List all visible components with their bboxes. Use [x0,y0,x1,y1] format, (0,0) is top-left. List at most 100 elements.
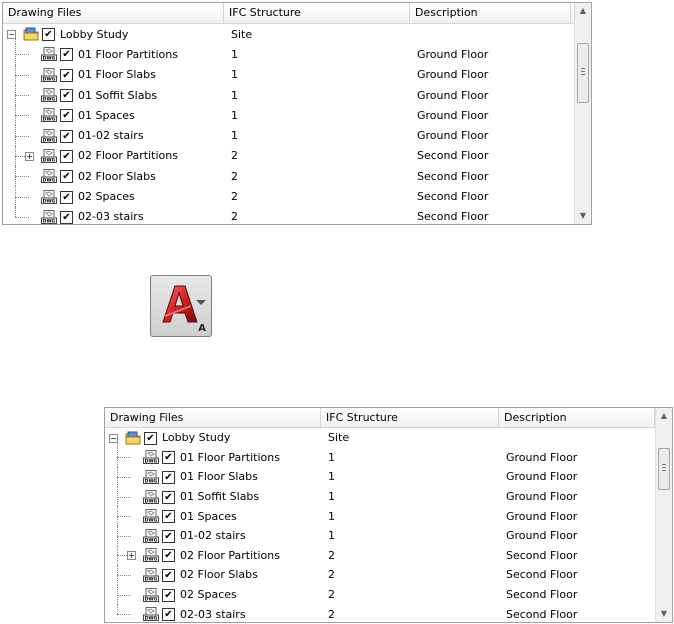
description-value[interactable]: Ground Floor [506,448,577,468]
vertical-scrollbar[interactable]: ▲ ▼ [574,3,591,224]
tree-row[interactable]: DWG ✔ 01 Floor Slabs 1 Ground Floor [105,467,655,487]
drawing-file-name[interactable]: 01 Floor Slabs [78,65,156,85]
description-value[interactable]: Ground Floor [506,467,577,487]
drawing-file-name[interactable]: Lobby Study [60,24,128,44]
drawing-file-name[interactable]: 02 Floor Partitions [78,146,178,166]
ifc-structure-value[interactable]: 1 [328,448,335,468]
drawing-file-name[interactable]: 01 Soffit Slabs [180,487,259,507]
description-value[interactable]: Second Floor [417,186,488,206]
scrollbar-thumb[interactable] [577,43,589,103]
tree-row[interactable]: DWG ✔ 01 Floor Partitions 1 Ground Floor [3,44,574,65]
vertical-scrollbar[interactable]: ▲ ▼ [655,408,672,622]
drawing-file-name[interactable]: 01 Floor Partitions [78,44,178,64]
tree-row[interactable]: DWG ✔ 01 Soffit Slabs 1 Ground Floor [105,486,655,507]
tree-row[interactable]: DWG ✔ 02 Floor Slabs 2 Second Floor [3,166,574,187]
expand-icon[interactable]: + [25,151,34,161]
include-checkbox[interactable]: ✔ [144,431,157,445]
include-checkbox[interactable]: ✔ [60,89,73,103]
drawing-file-name[interactable]: 02 Floor Slabs [78,166,156,186]
include-checkbox[interactable]: ✔ [60,109,73,123]
column-header-drawing-files[interactable]: Drawing Files [3,3,224,23]
tree-row[interactable]: DWG ✔ 02-03 stairs 2 Second Floor [105,604,655,622]
include-checkbox[interactable]: ✔ [60,149,73,163]
scroll-up-arrow-icon[interactable]: ▲ [656,408,672,424]
description-value[interactable]: Ground Floor [506,506,577,526]
drawing-file-name[interactable]: 01-02 stairs [78,125,144,145]
collapse-icon[interactable]: − [7,30,16,40]
description-value[interactable]: Ground Floor [417,44,488,64]
tree-row[interactable]: DWG ✔ 01-02 stairs 1 Ground Floor [3,125,574,146]
ifc-structure-value[interactable]: 1 [328,467,335,487]
drawing-file-name[interactable]: 02 Spaces [78,186,135,206]
tree-row[interactable]: DWG ✔ 01 Soffit Slabs 1 Ground Floor [3,84,574,106]
ifc-structure-value[interactable]: 1 [231,85,238,105]
tree-row[interactable]: DWG ✔ 01 Spaces 1 Ground Floor [105,506,655,526]
scroll-down-arrow-icon[interactable]: ▼ [656,606,672,622]
include-checkbox[interactable]: ✔ [60,170,73,184]
ifc-structure-value[interactable]: 1 [231,44,238,64]
include-checkbox[interactable]: ✔ [60,190,73,204]
include-checkbox[interactable]: ✔ [162,588,175,602]
tree-row[interactable]: DWG ✔ 01-02 stairs 1 Ground Floor [105,525,655,546]
column-header-drawing-files[interactable]: Drawing Files [105,408,321,427]
include-checkbox[interactable]: ✔ [162,451,175,465]
include-checkbox[interactable]: ✔ [162,549,175,563]
ifc-structure-value[interactable]: 2 [328,604,335,622]
tree-row[interactable]: DWG ✔ 02-03 stairs 2 Second Floor [3,206,574,224]
tree-row[interactable]: + DWG ✔ 02 Floor Partitions 2 Second Floor [3,145,574,167]
column-header-ifc-structure[interactable]: IFC Structure [321,408,499,427]
tree-row[interactable]: + DWG ✔ 02 Floor Partitions 2 Second Floor [105,545,655,566]
description-value[interactable]: Ground Floor [506,526,577,546]
tree-row[interactable]: DWG ✔ 01 Spaces 1 Ground Floor [3,105,574,126]
include-checkbox[interactable]: ✔ [162,568,175,582]
tree-row[interactable]: DWG ✔ 02 Spaces 2 Second Floor [105,584,655,605]
ifc-structure-value[interactable]: Site [231,24,252,44]
tree-row[interactable]: − ✔ Lobby Study Site [3,24,574,45]
description-value[interactable]: Second Floor [506,585,577,605]
include-checkbox[interactable]: ✔ [60,210,73,224]
ifc-structure-value[interactable]: 1 [328,487,335,507]
include-checkbox[interactable]: ✔ [162,490,175,504]
drawing-file-name[interactable]: 02 Floor Partitions [180,546,280,566]
description-value[interactable]: Second Floor [506,546,577,566]
tree-row[interactable]: − ✔ Lobby Study Site [105,428,655,448]
column-header-description[interactable]: Description [410,3,571,23]
include-checkbox[interactable]: ✔ [60,68,73,82]
tree-row[interactable]: DWG ✔ 02 Spaces 2 Second Floor [3,186,574,207]
drawing-file-name[interactable]: 01 Spaces [78,105,135,125]
drawing-file-name[interactable]: 01 Floor Partitions [180,448,280,468]
drawing-file-name[interactable]: Lobby Study [162,428,230,448]
description-value[interactable]: Ground Floor [506,487,577,507]
drawing-file-name[interactable]: 02-03 stairs [78,207,144,224]
scroll-down-arrow-icon[interactable]: ▼ [575,208,591,224]
description-value[interactable]: Ground Floor [417,65,488,85]
scrollbar-thumb[interactable] [658,448,670,490]
tree-row[interactable]: DWG ✔ 01 Floor Slabs 1 Ground Floor [3,64,574,85]
include-checkbox[interactable]: ✔ [162,608,175,622]
collapse-icon[interactable]: − [109,433,118,443]
drawing-files-tree-bottom[interactable]: Drawing Files IFC Structure Description … [104,407,673,623]
ifc-structure-value[interactable]: 2 [328,585,335,605]
include-checkbox[interactable]: ✔ [162,529,175,543]
include-checkbox[interactable]: ✔ [60,48,73,62]
description-value[interactable]: Second Floor [417,146,488,166]
ifc-structure-value[interactable]: 1 [231,65,238,85]
include-checkbox[interactable]: ✔ [162,470,175,484]
ifc-structure-value[interactable]: 1 [231,105,238,125]
ifc-structure-value[interactable]: 1 [231,125,238,145]
ifc-structure-value[interactable]: 2 [328,565,335,585]
drawing-file-name[interactable]: 02 Spaces [180,585,237,605]
description-value[interactable]: Ground Floor [417,105,488,125]
drawing-file-name[interactable]: 01 Floor Slabs [180,467,258,487]
ifc-structure-value[interactable]: Site [328,428,349,448]
column-header-ifc-structure[interactable]: IFC Structure [224,3,410,23]
dropdown-arrow-icon[interactable] [196,300,206,305]
tree-row[interactable]: DWG ✔ 01 Floor Partitions 1 Ground Floor [105,447,655,468]
ifc-structure-value[interactable]: 1 [328,526,335,546]
ifc-structure-value[interactable]: 2 [231,186,238,206]
include-checkbox[interactable]: ✔ [42,28,55,42]
ifc-structure-value[interactable]: 2 [231,166,238,186]
tree-row[interactable]: DWG ✔ 02 Floor Slabs 2 Second Floor [105,565,655,585]
description-value[interactable]: Ground Floor [417,125,488,145]
description-value[interactable]: Second Floor [506,604,577,622]
